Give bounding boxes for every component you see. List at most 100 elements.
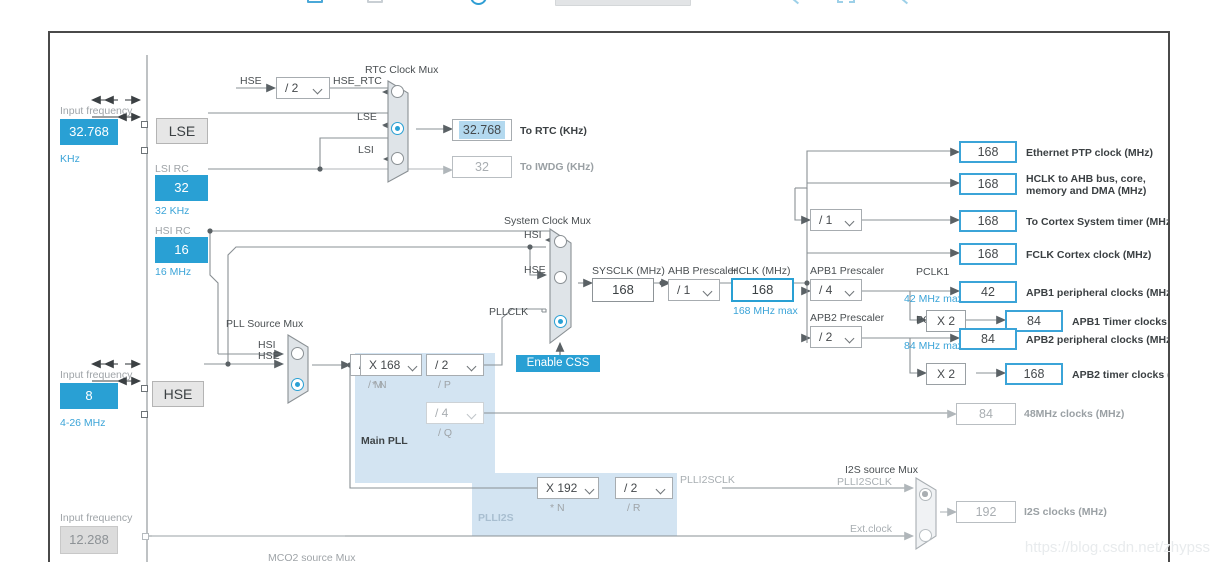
- lse-oscillator-block[interactable]: LSE: [156, 118, 208, 144]
- i2s-source-mux-title: I2S source Mux: [845, 464, 918, 476]
- hsi-value-field: 16: [155, 237, 208, 263]
- output-label-apb2-peripheral: APB2 peripheral clocks (MHz): [1026, 334, 1170, 346]
- output-label-48mhz-clocks: 48MHz clocks (MHz): [1024, 408, 1125, 420]
- i2s-mux-ext-clock-label: Ext.clock: [850, 523, 893, 535]
- enable-css-button[interactable]: Enable CSS: [516, 355, 600, 372]
- ahb-prescaler-select[interactable]: / 1: [668, 279, 720, 301]
- output-box-ethernet-ptp: 168: [959, 141, 1017, 163]
- clock-configuration-canvas[interactable]: Input frequency 32.768 KHz LSE LSI RC 32…: [48, 31, 1170, 562]
- pll-n-sub-label: * N: [372, 379, 387, 391]
- fit-to-screen-icon[interactable]: [836, 0, 856, 4]
- plli2s-n-multiplier-select[interactable]: X 192: [537, 477, 599, 499]
- chevron-down-icon: [657, 486, 665, 494]
- i2s-clocks-label: I2S clocks (MHz): [1024, 506, 1107, 518]
- i2s-mux-radio-ext-clock[interactable]: [919, 529, 932, 542]
- plli2s-r-divider-select[interactable]: / 2: [615, 477, 673, 499]
- plli2sclk-output-label: PLLI2SCLK: [680, 474, 735, 486]
- rtc-mux-lse-input-label: LSE: [357, 111, 377, 123]
- sysclk-mux-hse-label: HSE: [524, 264, 546, 276]
- pll-mux-radio-hsi[interactable]: [291, 347, 304, 360]
- pll-mux-radio-hse[interactable]: [291, 378, 304, 391]
- output-box-apb1-peripheral: 42: [959, 281, 1017, 303]
- output-box-apb2-timer: 168: [1005, 363, 1063, 385]
- pll-n-multiplier-select[interactable]: X 168: [360, 354, 422, 376]
- lse-input-frequency-label: Input frequency: [60, 105, 133, 117]
- hse-rtc-divider-value: / 2: [285, 81, 299, 95]
- rtc-mux-radio-lsi[interactable]: [391, 152, 404, 165]
- zoom-out-icon[interactable]: [781, 0, 801, 5]
- apb2-timer-multiplier: X 2: [926, 363, 966, 385]
- pll-mux-hse-label: HSE: [258, 350, 280, 362]
- hse-range-label: 4-26 MHz: [60, 417, 106, 429]
- lsi-value-field: 32: [155, 175, 208, 201]
- main-pll-panel-label: Main PLL: [361, 435, 408, 447]
- pll-p-value: / 2: [435, 358, 449, 372]
- sysclk-mux-hsi-label: HSI: [524, 229, 542, 241]
- chevron-down-icon: [468, 363, 476, 371]
- chevron-down-icon: [409, 363, 417, 371]
- pclk1-label: PCLK1: [916, 266, 950, 278]
- hsi-unit-label: 16 MHz: [155, 266, 192, 278]
- hse-oscillator-block[interactable]: HSE: [152, 381, 204, 407]
- system-clock-mux-title: System Clock Mux: [504, 215, 591, 227]
- pll-q-divider-select[interactable]: / 4: [426, 402, 484, 424]
- apb2-prescaler-title: APB2 Prescaler: [810, 312, 885, 324]
- rtc-clock-mux-title: RTC Clock Mux: [365, 64, 439, 76]
- chevron-down-icon: [468, 411, 476, 419]
- panel-icon[interactable]: [305, 0, 327, 4]
- hclk-value-box[interactable]: 168: [731, 278, 794, 302]
- to-rtc-value: 32.768: [459, 121, 505, 139]
- to-iwdg-output-box: 32: [452, 156, 512, 178]
- i2s-ext-input-frequency-field[interactable]: 12.288: [60, 526, 118, 554]
- cortex-timer-divider-select[interactable]: / 1: [810, 209, 862, 231]
- hse-rtc-output-label: HSE_RTC: [333, 75, 382, 87]
- refresh-circle-icon[interactable]: [468, 0, 490, 5]
- sysclk-mux-radio-pllclk[interactable]: [554, 315, 567, 328]
- panel-grey-icon[interactable]: [365, 0, 387, 4]
- output-box-fclk-cortex: 168: [959, 243, 1017, 265]
- chevron-down-icon: [846, 335, 854, 343]
- cortex-timer-divider-value: / 1: [819, 213, 833, 227]
- output-box-apb2-peripheral: 84: [959, 328, 1017, 350]
- ahb-prescaler-title: AHB Prescaler: [668, 265, 737, 277]
- i2s-mux-radio-plli2sclk[interactable]: [919, 488, 932, 501]
- pll-p-divider-select[interactable]: / 2: [426, 354, 484, 376]
- output-label-cortex-system-timer: To Cortex System timer (MHz): [1026, 216, 1170, 228]
- pll-source-mux[interactable]: [286, 333, 314, 405]
- apb1-prescaler-select[interactable]: / 4: [810, 279, 862, 301]
- pll-n-value: X 168: [369, 358, 401, 372]
- mco2-source-mux-label: MCO2 source Mux: [268, 552, 356, 562]
- pclk1-max-label: 42 MHz max: [904, 293, 963, 305]
- to-rtc-label: To RTC (KHz): [520, 125, 587, 137]
- output-label-hclk-ahb-line1: HCLK to AHB bus, core,: [1026, 173, 1146, 185]
- hse-input-frequency-label: Input frequency: [60, 369, 133, 381]
- lse-pin-bottom: [141, 147, 148, 154]
- lse-unit-label: KHz: [60, 153, 80, 165]
- plli2s-n-sub-label: * N: [550, 502, 565, 514]
- hse-input-frequency-field[interactable]: 8: [60, 383, 118, 409]
- hse-rtc-divider-select[interactable]: / 2: [276, 77, 330, 99]
- resolve-clock-issues-button[interactable]: Resolve Clock Issues: [555, 0, 691, 6]
- zoom-in-icon[interactable]: [890, 0, 910, 5]
- apb2-prescaler-value: / 2: [819, 330, 833, 344]
- chevron-down-icon: [846, 288, 854, 296]
- plli2s-panel-label: PLLI2S: [478, 512, 514, 524]
- sysclk-mux-radio-hsi[interactable]: [554, 235, 567, 248]
- sysclk-mux-radio-hse[interactable]: [554, 271, 567, 284]
- plli2s-n-value: X 192: [546, 481, 578, 495]
- chevron-down-icon: [314, 86, 322, 94]
- hse-pin-top: [141, 385, 148, 392]
- chevron-down-icon: [704, 288, 712, 296]
- toolbar: Resolve Clock Issues: [0, 0, 1218, 12]
- pll-q-sub-label: / Q: [438, 427, 453, 439]
- rtc-mux-radio-hse-rtc[interactable]: [391, 85, 404, 98]
- lsi-unit-label: 32 KHz: [155, 205, 190, 217]
- i2s-ext-unit-label: MHz: [60, 560, 82, 562]
- rtc-mux-radio-lse[interactable]: [391, 122, 404, 135]
- sysclk-value-box: 168: [592, 278, 654, 302]
- output-label-fclk-cortex: FCLK Cortex clock (MHz): [1026, 249, 1152, 261]
- output-label-ethernet-ptp: Ethernet PTP clock (MHz): [1026, 147, 1153, 159]
- i2s-ext-input-frequency-label: Input frequency: [60, 512, 133, 524]
- apb2-prescaler-select[interactable]: / 2: [810, 326, 862, 348]
- lse-input-frequency-field[interactable]: 32.768: [60, 119, 118, 145]
